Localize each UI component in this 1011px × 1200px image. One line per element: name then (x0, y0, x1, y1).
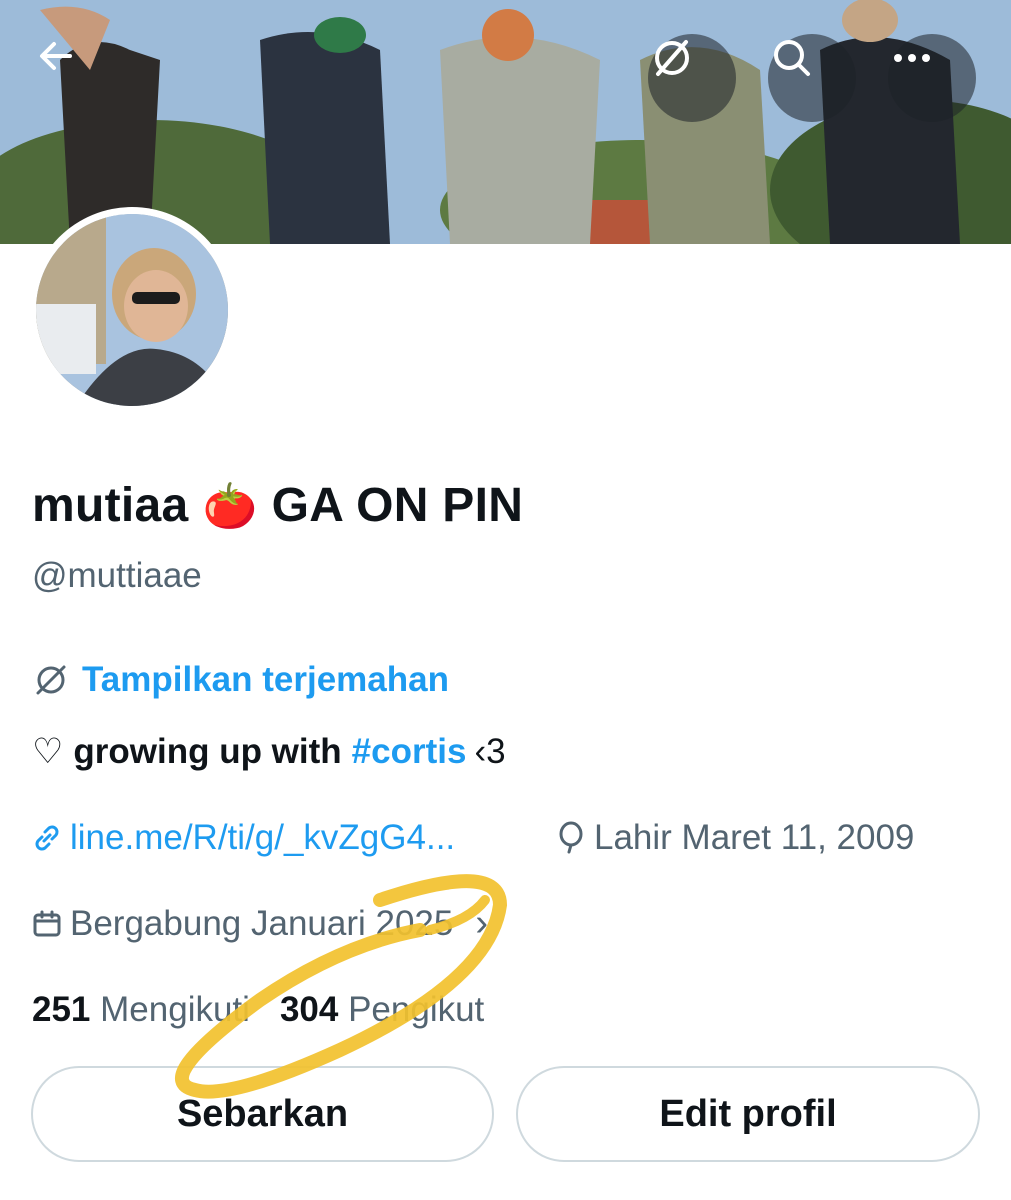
website-text: line.me/R/ti/g/_kvZgG4... (70, 818, 456, 857)
followers-label: Pengikut (348, 990, 485, 1029)
translate-button[interactable] (648, 34, 736, 122)
more-horizontal-icon (894, 54, 930, 62)
profile-banner[interactable] (0, 0, 1011, 244)
bio-hashtag-link[interactable]: #cortis (352, 732, 467, 772)
back-button[interactable] (34, 34, 122, 122)
chevron-right-icon: › (475, 902, 489, 944)
joined-text: Bergabung Januari 2025 (70, 903, 454, 943)
edit-profile-label: Edit profil (659, 1092, 837, 1135)
more-button[interactable] (888, 34, 976, 122)
avatar[interactable] (36, 214, 228, 406)
bio-text: growing up with (73, 732, 342, 771)
follow-stats: 251 Mengikuti 304 Pengikut (32, 990, 484, 1030)
calendar-icon (33, 910, 61, 936)
following-stat[interactable]: 251 Mengikuti (32, 990, 250, 1030)
translate-globe-icon (36, 665, 66, 695)
balloon-icon (559, 821, 583, 854)
link-icon (35, 825, 59, 851)
bio-tail: ‹3 (474, 732, 506, 771)
profile-website[interactable]: line.me/R/ti/g/_kvZgG4... (32, 818, 455, 858)
profile-joined[interactable]: Bergabung Januari 2025 › (32, 902, 488, 945)
edit-profile-button[interactable]: Edit profil (516, 1066, 980, 1162)
avatar-photo (36, 214, 228, 406)
followers-count: 304 (279, 990, 339, 1029)
profile-birthday: Lahir Maret 11, 2009 (556, 818, 914, 858)
following-count: 251 (32, 990, 91, 1029)
share-profile-button[interactable]: Sebarkan (31, 1066, 494, 1162)
display-name-suffix: GA ON PIN (271, 479, 524, 532)
following-label: Mengikuti (100, 990, 250, 1029)
share-profile-label: Sebarkan (176, 1092, 349, 1135)
translate-label: Tampilkan terjemahan (82, 660, 449, 699)
tomato-emoji-icon: 🍅 (202, 481, 258, 531)
search-button[interactable] (768, 34, 856, 122)
profile-bio: ♡ growing up with #cortis ‹3 (32, 732, 506, 772)
search-icon (774, 40, 810, 76)
translate-link[interactable]: Tampilkan terjemahan (32, 660, 449, 700)
arrow-left-icon (40, 42, 72, 70)
birthday-text: Lahir Maret 11, 2009 (594, 818, 915, 857)
banner-photo (0, 0, 1011, 244)
avatar-frame[interactable] (29, 207, 235, 413)
translate-globe-icon (655, 40, 689, 76)
user-handle: @muttiaae (32, 556, 202, 595)
display-name: mutiaa 🍅 GA ON PIN (32, 478, 523, 533)
heart-icon: ♡ (32, 732, 64, 771)
followers-stat[interactable]: 304 Pengikut (280, 990, 484, 1030)
display-name-text: mutiaa (32, 479, 189, 532)
